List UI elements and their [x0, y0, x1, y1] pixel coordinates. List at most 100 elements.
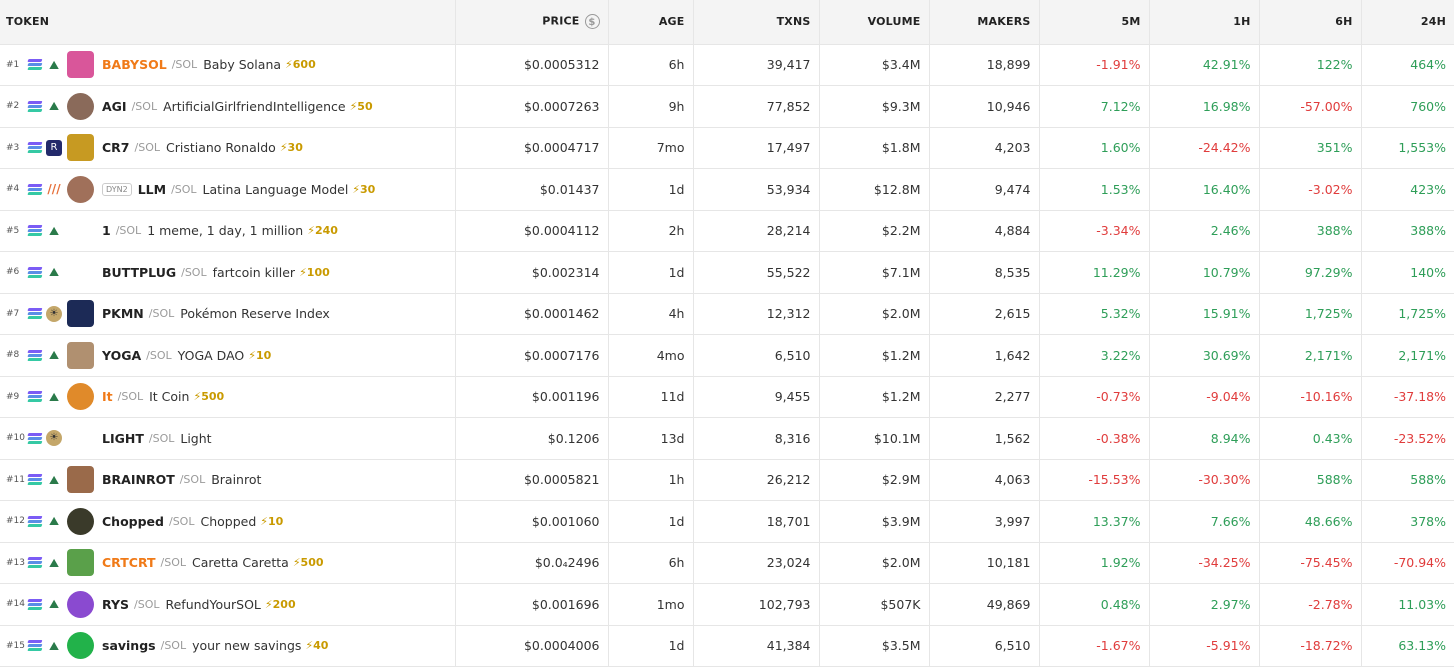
header-txns[interactable]: TXNS — [693, 0, 820, 45]
token-cell[interactable]: #8 ⛰ YOGA/SOL YOGA DAO ⚡10 — [0, 334, 456, 377]
txns-cell: 12,312 — [693, 293, 820, 335]
change-1h-cell: -34.25% — [1149, 542, 1260, 584]
volume-cell: $10.1M — [819, 417, 930, 460]
sun-icon: ☀ — [46, 305, 62, 322]
age-cell: 4mo — [608, 334, 694, 377]
token-symbol: LLM — [137, 181, 167, 197]
rank-label: #6 — [6, 267, 20, 278]
chain-label: /SOL — [171, 182, 197, 196]
token-cell[interactable]: #13 ⛰ CRTCRT/SOL Caretta Caretta ⚡500 — [0, 542, 456, 584]
bars-icon: /// — [47, 182, 61, 197]
table-row[interactable]: #14 ⛰ RYS/SOL RefundYourSOL ⚡200 $0.001696 1mo… — [0, 583, 1454, 626]
token-cell[interactable]: #5 ⛰ 1/SOL 1 meme, 1 day, 1 million ⚡240 — [0, 210, 456, 252]
token-symbol: YOGA — [102, 347, 142, 363]
raydium-icon: ⛰ — [48, 389, 60, 404]
change-24h-cell: 2,171% — [1361, 334, 1454, 377]
table-row[interactable]: #1 ⛰ BABYSOL/SOL Baby Solana ⚡600 $0.0005312 6… — [0, 44, 1454, 86]
token-cell[interactable]: #14 ⛰ RYS/SOL RefundYourSOL ⚡200 — [0, 583, 456, 626]
change-24h-cell: -23.52% — [1361, 417, 1454, 460]
table-row[interactable]: #15 ⛰ savings/SOL your new savings ⚡40 $0.000… — [0, 625, 1454, 667]
header-price[interactable]: PRICE $ — [455, 0, 609, 45]
price-cell: $0.0004717 — [455, 127, 609, 169]
change-6h-cell: -10.16% — [1259, 376, 1362, 418]
rank-label: #3 — [6, 142, 20, 153]
header-5m[interactable]: 5M — [1039, 0, 1150, 45]
txns-cell: 8,316 — [693, 417, 820, 460]
token-symbol: PKMN — [102, 306, 144, 322]
change-24h-cell: 1,553% — [1361, 127, 1454, 169]
raydium-icon: ⛰ — [48, 99, 60, 114]
header-makers[interactable]: MAKERS — [929, 0, 1040, 45]
age-cell: 1d — [608, 500, 694, 543]
token-table: TOKEN PRICE $ AGE TXNS VOLUME MAKERS 5M 1… — [0, 0, 1454, 667]
solana-icon — [27, 349, 43, 361]
token-cell[interactable]: #1 ⛰ BABYSOL/SOL Baby Solana ⚡600 — [0, 44, 456, 86]
token-cell[interactable]: #11 ⛰ BRAINROT/SOL Brainrot — [0, 459, 456, 501]
token-cell[interactable]: #2 ⛰ AGI/SOL ArtificialGirlfriendIntelligen… — [0, 85, 456, 128]
change-6h-cell: 588% — [1259, 459, 1362, 501]
table-row[interactable]: #8 ⛰ YOGA/SOL YOGA DAO ⚡10 $0.0007176 4mo 6,510… — [0, 334, 1454, 377]
volume-cell: $3.4M — [819, 44, 930, 86]
makers-cell: 49,869 — [929, 583, 1040, 626]
rank-label: #11 — [6, 474, 25, 485]
age-cell: 6h — [608, 44, 694, 86]
header-token[interactable]: TOKEN — [0, 0, 456, 45]
header-6h[interactable]: 6H — [1259, 0, 1362, 45]
table-row[interactable]: #12 ⛰ Chopped/SOL Chopped ⚡10 $0.001060 1d 18,7… — [0, 500, 1454, 543]
header-age[interactable]: AGE — [608, 0, 694, 45]
token-avatar — [67, 507, 94, 535]
token-symbol: CR7 — [102, 140, 130, 156]
makers-cell: 9,474 — [929, 168, 1040, 211]
table-row[interactable]: #4 /// DYN2 LLM/SOL Latina Language Model ⚡30… — [0, 168, 1454, 211]
table-row[interactable]: #6 ⛰ BUTTPLUG/SOL fartcoin killer ⚡100 $0.002… — [0, 251, 1454, 294]
raydium-icon: ⛰ — [48, 555, 60, 570]
solana-icon — [27, 308, 43, 319]
change-5m-cell: 0.48% — [1039, 583, 1150, 626]
table-row[interactable]: #3 R CR7/SOL Cristiano Ronaldo ⚡30 $0.0004717… — [0, 127, 1454, 169]
token-cell[interactable]: #6 ⛰ BUTTPLUG/SOL fartcoin killer ⚡100 — [0, 251, 456, 294]
token-symbol: AGI — [102, 98, 127, 114]
token-cell[interactable]: #4 /// DYN2 LLM/SOL Latina Language Model ⚡30 — [0, 168, 456, 211]
volume-cell: $7.1M — [819, 251, 930, 294]
change-6h-cell: 48.66% — [1259, 500, 1362, 543]
header-24h[interactable]: 24H — [1361, 0, 1454, 45]
makers-cell: 4,203 — [929, 127, 1040, 169]
token-cell[interactable]: #12 ⛰ Chopped/SOL Chopped ⚡10 — [0, 500, 456, 543]
token-avatar — [67, 632, 94, 660]
table-row[interactable]: #9 ⛰ It/SOL It Coin ⚡500 $0.001196 11d 9,455 $1.… — [0, 376, 1454, 418]
token-avatar — [67, 383, 94, 411]
token-name: your new savings — [192, 638, 302, 654]
change-24h-cell: -70.94% — [1361, 542, 1454, 584]
age-cell: 4h — [608, 293, 694, 335]
table-row[interactable]: #5 ⛰ 1/SOL 1 meme, 1 day, 1 million ⚡240 $0.0… — [0, 210, 1454, 252]
rank-label: #13 — [6, 557, 25, 568]
token-symbol: CRTCRT — [102, 555, 156, 571]
table-row[interactable]: #11 ⛰ BRAINROT/SOL Brainrot $0.0005821 1h 26,2… — [0, 459, 1454, 501]
change-1h-cell: 16.98% — [1149, 85, 1260, 128]
currency-toggle-icon[interactable]: $ — [584, 14, 600, 30]
header-volume[interactable]: VOLUME — [819, 0, 930, 45]
token-cell[interactable]: #3 R CR7/SOL Cristiano Ronaldo ⚡30 — [0, 127, 456, 169]
raydium-icon: ⛰ — [48, 348, 60, 363]
table-row[interactable]: #13 ⛰ CRTCRT/SOL Caretta Caretta ⚡500 $0.0₄24… — [0, 542, 1454, 584]
boost-badge: ⚡10 — [260, 514, 284, 528]
change-1h-cell: 2.97% — [1149, 583, 1260, 626]
change-6h-cell: -2.78% — [1259, 583, 1362, 626]
rank-label: #5 — [6, 225, 20, 236]
price-cell: $0.0007263 — [455, 85, 609, 128]
token-cell[interactable]: #7 ☀ PKMN/SOL Pokémon Reserve Index — [0, 293, 456, 335]
age-cell: 13d — [608, 417, 694, 460]
token-cell[interactable]: #10 ☀ LIGHT/SOL Light — [0, 417, 456, 460]
rank-label: #15 — [6, 640, 25, 651]
header-1h[interactable]: 1H — [1149, 0, 1260, 45]
token-avatar — [67, 341, 94, 369]
token-cell[interactable]: #15 ⛰ savings/SOL your new savings ⚡40 — [0, 625, 456, 667]
token-symbol: savings — [102, 638, 156, 654]
chain-label: /SOL — [115, 224, 142, 238]
table-row[interactable]: #7 ☀ PKMN/SOL Pokémon Reserve Index $0.00014… — [0, 293, 1454, 335]
token-cell[interactable]: #9 ⛰ It/SOL It Coin ⚡500 — [0, 376, 456, 418]
solana-icon — [27, 100, 43, 112]
table-row[interactable]: #10 ☀ LIGHT/SOL Light $0.1206 13d 8,316 $10.1M 1… — [0, 417, 1454, 460]
table-row[interactable]: #2 ⛰ AGI/SOL ArtificialGirlfriendIntelligen… — [0, 85, 1454, 128]
token-symbol: RYS — [102, 596, 129, 612]
